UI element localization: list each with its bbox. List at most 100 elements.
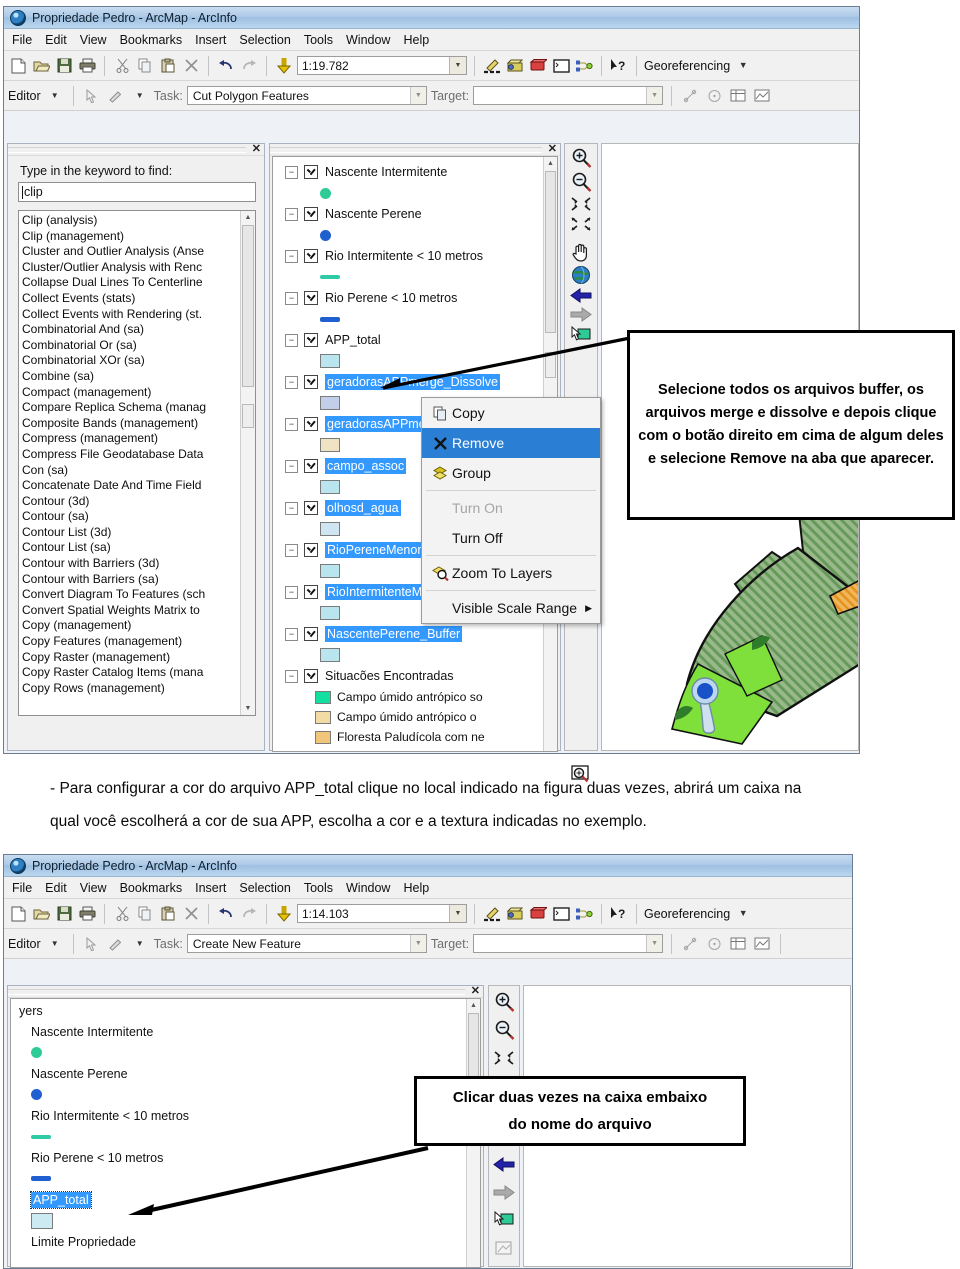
list-item[interactable]: Collapse Dual Lines To Centerline: [22, 275, 255, 291]
layer-row[interactable]: − NascentePerene_Buffer: [273, 623, 557, 645]
rotate-tool-icon[interactable]: [704, 934, 724, 954]
point-symbol-swatch[interactable]: [31, 1089, 42, 1100]
layer-symbol-row[interactable]: [11, 1042, 480, 1063]
paste-icon[interactable]: [158, 904, 178, 924]
layer-visibility-checkbox[interactable]: [304, 627, 318, 641]
python-window-icon[interactable]: [574, 56, 594, 76]
polygon-symbol-swatch[interactable]: [320, 648, 340, 662]
scroll-up-arrow[interactable]: ▲: [544, 157, 557, 170]
layer-name[interactable]: Rio Intermitente < 10 metros: [31, 1109, 189, 1123]
polygon-symbol-swatch[interactable]: [320, 438, 340, 452]
layer-name[interactable]: NascentePerene_Buffer: [325, 626, 463, 642]
collapse-icon[interactable]: −: [285, 501, 298, 515]
menu-window[interactable]: Window: [346, 33, 390, 47]
python-window-icon[interactable]: [574, 904, 594, 924]
fixed-zoom-in-icon[interactable]: [568, 195, 594, 213]
menu-edit[interactable]: Edit: [45, 881, 67, 895]
polygon-symbol-swatch[interactable]: [320, 354, 340, 368]
line-symbol-swatch[interactable]: [320, 316, 340, 322]
select-elements-icon[interactable]: [568, 325, 594, 345]
task-dropdown-arrow[interactable]: ▼: [409, 935, 426, 952]
polygon-symbol-swatch[interactable]: [320, 480, 340, 494]
target-combobox[interactable]: ▼: [473, 86, 664, 105]
layer-name[interactable]: Rio Perene < 10 metros: [31, 1151, 163, 1165]
layer-row[interactable]: − Rio Intermitente < 10 metros: [273, 245, 557, 267]
previous-extent-arrow-icon[interactable]: [568, 287, 594, 304]
paste-icon[interactable]: [158, 56, 178, 76]
sketch-tool-icon[interactable]: [106, 86, 126, 106]
list-item[interactable]: Compress File Geodatabase Data: [22, 447, 255, 463]
attributes-table-icon[interactable]: [728, 86, 748, 106]
context-menu-item-zoom-to-layers[interactable]: Zoom To Layers: [422, 558, 600, 588]
georeferencing-dropdown-arrow[interactable]: ▼: [733, 56, 753, 76]
list-item[interactable]: Copy (management): [22, 618, 255, 634]
menu-tools[interactable]: Tools: [304, 881, 333, 895]
list-item[interactable]: Contour with Barriers (3d): [22, 556, 255, 572]
layer-name[interactable]: olhosd_agua: [325, 500, 401, 516]
target-combobox[interactable]: ▼: [473, 934, 664, 953]
list-item[interactable]: Compact (management): [22, 385, 255, 401]
list-item[interactable]: Compress (management): [22, 431, 255, 447]
print-icon[interactable]: [77, 904, 97, 924]
editor-menu-label[interactable]: Editor: [8, 937, 41, 951]
layer-row-selected[interactable]: APP_total: [11, 1189, 480, 1210]
scale-dropdown-arrow[interactable]: ▼: [449, 905, 466, 922]
panel-grip[interactable]: ✕: [8, 986, 483, 998]
layer-symbol-row[interactable]: [11, 1126, 480, 1147]
list-item[interactable]: Contour with Barriers (sa): [22, 572, 255, 588]
layer-visibility-checkbox[interactable]: [304, 501, 318, 515]
context-menu-item-copy[interactable]: Copy: [422, 398, 600, 428]
delete-icon[interactable]: [181, 56, 201, 76]
search-input[interactable]: clip: [18, 182, 256, 202]
delete-icon[interactable]: [181, 904, 201, 924]
panel-grip[interactable]: ✕: [270, 144, 560, 156]
split-tool-icon[interactable]: [680, 86, 700, 106]
editor-toolbar-icon[interactable]: [482, 904, 502, 924]
map-scale-combobox[interactable]: 1:14.103 ▼: [297, 904, 467, 923]
layer-visibility-checkbox[interactable]: [304, 165, 318, 179]
collapse-icon[interactable]: −: [285, 459, 298, 473]
next-extent-arrow-icon[interactable]: [491, 1179, 517, 1205]
class-swatch[interactable]: [315, 730, 331, 744]
copy-icon[interactable]: [135, 904, 155, 924]
task-dropdown-arrow[interactable]: ▼: [409, 87, 426, 104]
collapse-icon[interactable]: −: [285, 417, 298, 431]
line-symbol-swatch[interactable]: [320, 275, 340, 279]
zoom-in-icon[interactable]: [568, 147, 594, 169]
new-document-icon[interactable]: [8, 56, 28, 76]
layer-row[interactable]: − Nascente Intermitente: [273, 161, 557, 183]
layer-row[interactable]: − Rio Perene < 10 metros: [273, 287, 557, 309]
zoom-out-icon[interactable]: [568, 171, 594, 193]
whats-this-help-icon[interactable]: ?: [609, 904, 629, 924]
task-combobox[interactable]: Create New Feature ▼: [186, 934, 427, 953]
layer-row[interactable]: − APP_total: [273, 329, 557, 351]
print-icon[interactable]: [77, 56, 97, 76]
list-item[interactable]: Cluster and Outlier Analysis (Anse: [22, 244, 255, 260]
scrollbar-grip[interactable]: [545, 352, 556, 378]
editor-dropdown-arrow[interactable]: ▼: [45, 86, 65, 106]
layer-name[interactable]: Nascente Perene: [325, 207, 422, 221]
collapse-icon[interactable]: −: [285, 291, 298, 305]
layer-name[interactable]: Nascente Perene: [31, 1067, 128, 1081]
layer-visibility-checkbox[interactable]: [304, 459, 318, 473]
georeferencing-menu[interactable]: Georeferencing: [644, 59, 730, 73]
georeferencing-dropdown-arrow[interactable]: ▼: [733, 904, 753, 924]
menu-view[interactable]: View: [80, 881, 107, 895]
menu-selection[interactable]: Selection: [239, 33, 290, 47]
list-item[interactable]: Concatenate Date And Time Field: [22, 478, 255, 494]
list-item[interactable]: Combinatorial And (sa): [22, 322, 255, 338]
full-extent-globe-icon[interactable]: [568, 265, 594, 285]
layer-row[interactable]: Limite Propriedade: [11, 1231, 480, 1252]
undo-icon[interactable]: [216, 904, 236, 924]
sketch-dropdown-arrow[interactable]: ▼: [130, 86, 150, 106]
list-item[interactable]: Copy Raster Catalog Items (mana: [22, 665, 255, 681]
collapse-icon[interactable]: −: [285, 249, 298, 263]
georeferencing-menu[interactable]: Georeferencing: [644, 907, 730, 921]
copy-icon[interactable]: [135, 56, 155, 76]
list-item[interactable]: Con (sa): [22, 463, 255, 479]
results-scrollbar[interactable]: ▲ ▼: [240, 211, 255, 715]
collapse-icon[interactable]: −: [285, 585, 298, 599]
polygon-symbol-swatch[interactable]: [320, 522, 340, 536]
sketch-properties-icon[interactable]: [752, 86, 772, 106]
list-item[interactable]: Contour List (sa): [22, 540, 255, 556]
